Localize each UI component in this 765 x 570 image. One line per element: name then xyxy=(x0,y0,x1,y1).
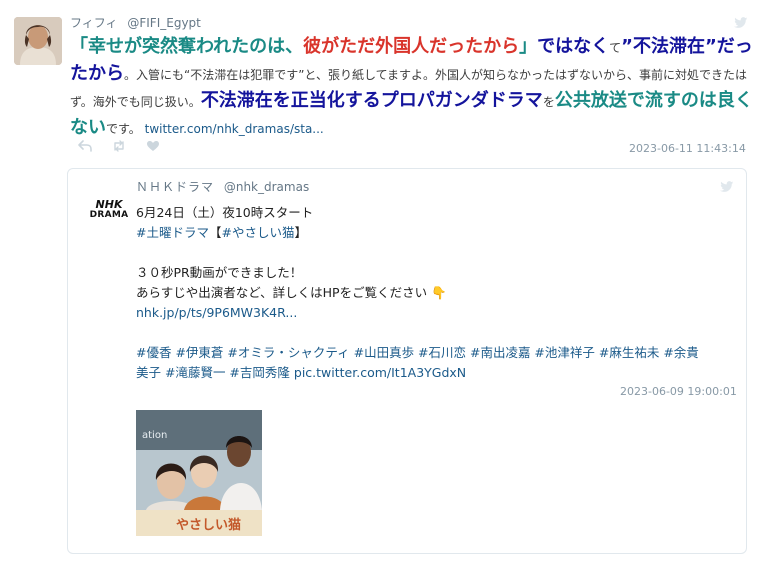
hashtag-link[interactable]: #土曜ドラマ xyxy=(136,225,209,240)
quoted-text-line: あらすじや出演者など、詳しくはHPをご覧ください 👇 xyxy=(136,283,736,303)
quoted-text-line: 6月24日（土）夜10時スタート xyxy=(136,203,736,223)
quoted-text-segment: あらすじや出演者など、詳しくはHPをご覧ください 👇 xyxy=(136,285,447,300)
quoted-text-segment: 6月24日（土）夜10時スタート xyxy=(136,205,314,220)
quoted-text: 6月24日（土）夜10時スタート #土曜ドラマ【#やさしい猫】 ３０秒PR動画ができ… xyxy=(136,203,736,383)
tweet-text-segment: 彼がただ外国人だったから xyxy=(303,36,520,57)
quoted-tweet[interactable]: NHK DRAMA ＮＨＫドラマ @nhk_dramas 6月24日（土）夜10… xyxy=(67,168,747,554)
tweet-text-segment: 」 xyxy=(519,36,538,57)
quoted-header: ＮＨＫドラマ @nhk_dramas xyxy=(136,178,309,195)
quoted-display-name[interactable]: ＮＨＫドラマ xyxy=(136,180,214,194)
hashtag-link[interactable]: #優香 #伊東蒼 #オミラ・シャクティ #山田真歩 #石川恋 #南出凌嘉 #池津… xyxy=(136,345,699,360)
quoted-text-line: 美子 #滝藤賢一 #吉岡秀隆 pic.twitter.com/It1A3YGdx… xyxy=(136,363,736,383)
hashtag-link[interactable]: pic.twitter.com/It1A3YGdxN xyxy=(294,365,466,380)
quoted-text-segment: ３０秒PR動画ができました！ xyxy=(136,265,303,280)
twitter-bird-icon[interactable] xyxy=(734,17,748,29)
tweet-text: 「幸せが突然奪われたのは、彼がただ外国人だったから」ではなくて”不法滞在”だった… xyxy=(70,34,758,142)
quoted-text-line: nhk.jp/p/ts/9P6MW3K4R... xyxy=(136,303,736,323)
hashtag-link[interactable]: 美子 #滝藤賢一 #吉岡秀隆 xyxy=(136,365,290,380)
handle[interactable]: @FIFI_Egypt xyxy=(127,16,201,30)
display-name[interactable]: フィフィ xyxy=(70,16,118,30)
thumbnail-title: やさしい猫 xyxy=(176,517,241,533)
quoted-handle[interactable]: @nhk_dramas xyxy=(224,180,309,194)
quoted-text-line: ３０秒PR動画ができました！ xyxy=(136,263,736,283)
quoted-text-segment: 【 xyxy=(208,225,222,240)
tweet-text-segment: て xyxy=(609,41,622,55)
like-icon[interactable] xyxy=(146,140,160,152)
quoted-text-line xyxy=(136,323,736,343)
tweet-text-segment: を xyxy=(542,95,555,109)
reply-icon[interactable] xyxy=(78,140,92,152)
tweet-text-segment: ではなく xyxy=(537,36,610,57)
quoted-text-line: #優香 #伊東蒼 #オミラ・シャクティ #山田真歩 #石川恋 #南出凌嘉 #池津… xyxy=(136,343,736,363)
tweet-text-segment: 「幸せが突然奪われたのは、 xyxy=(70,36,304,57)
nhk-drama-logo: NHK DRAMA xyxy=(88,199,130,221)
logo-line-1: NHK xyxy=(95,198,123,211)
quoted-text-line xyxy=(136,243,736,263)
tweet-text-segment: です。 xyxy=(106,122,145,136)
twitter-bird-icon[interactable] xyxy=(720,181,734,193)
tweet-timestamp[interactable]: 2023-06-11 11:43:14 xyxy=(629,142,746,155)
hashtag-link[interactable]: nhk.jp/p/ts/9P6MW3K4R... xyxy=(136,305,297,320)
quoted-text-line: #土曜ドラマ【#やさしい猫】 xyxy=(136,223,736,243)
tweet-actions xyxy=(78,140,160,152)
tweet-text-segment: 不法滞在を正当化するプロパガンダドラマ xyxy=(200,90,543,111)
tweet-card: フィフィ @FIFI_Egypt 「幸せが突然奪われたのは、彼がただ外国人だった… xyxy=(0,0,765,570)
thumbnail-station-text: ation xyxy=(142,430,167,441)
quoted-timestamp[interactable]: 2023-06-09 19:00:01 xyxy=(620,385,737,398)
tweet-link[interactable]: twitter.com/nhk_dramas/sta... xyxy=(145,122,324,136)
logo-line-2: DRAMA xyxy=(89,210,129,220)
hashtag-link[interactable]: #やさしい猫 xyxy=(222,225,295,240)
retweet-icon[interactable] xyxy=(112,140,126,152)
avatar[interactable] xyxy=(14,17,62,65)
tweet-header: フィフィ @FIFI_Egypt xyxy=(70,14,201,31)
video-thumbnail[interactable]: ation やさしい猫 xyxy=(136,410,262,536)
quoted-text-segment: 】 xyxy=(294,225,307,240)
